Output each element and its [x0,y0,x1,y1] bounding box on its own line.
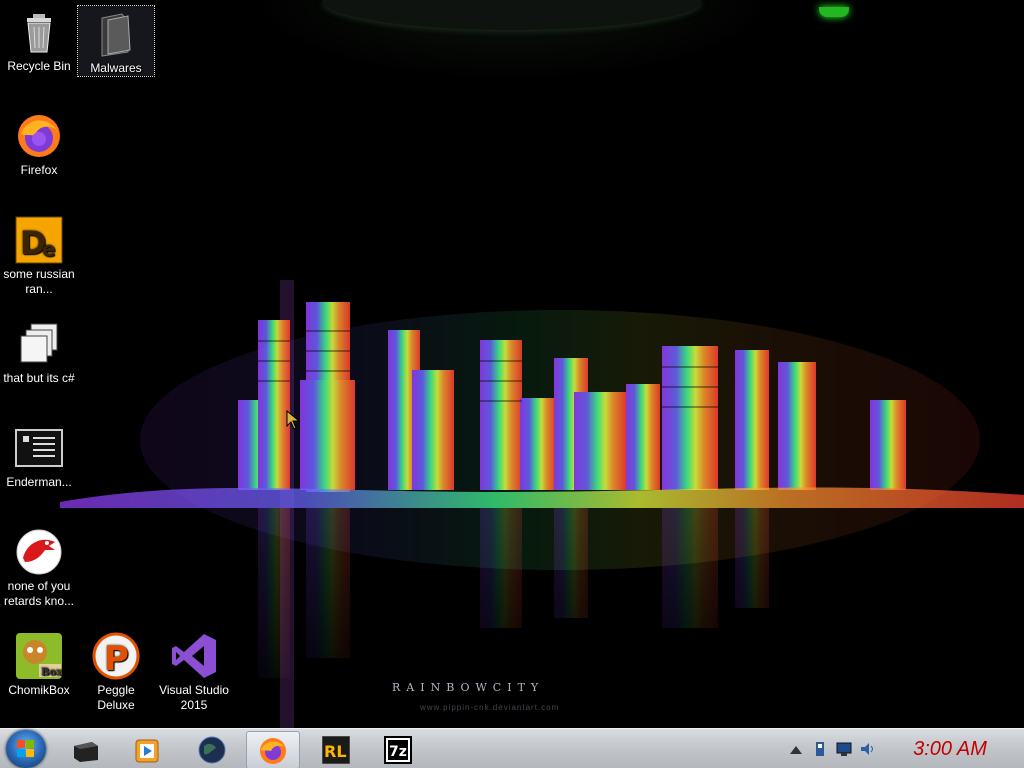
desktop-icon-recycle-bin[interactable]: Recycle Bin [1,4,77,74]
firefox-icon [260,738,286,764]
notch-light [819,7,849,17]
sevenzip-icon-text: 7z [389,744,407,760]
desktop-icon-label: Enderman... [6,475,72,489]
dino-icon [15,528,63,576]
peggle-icon: P [92,632,140,680]
network-icon[interactable] [836,742,852,756]
svg-text:P: P [104,639,129,679]
desktop-icon-label: Firefox [20,163,58,177]
desktop-icon-csharp-app[interactable]: that but its c# [1,316,77,386]
desktop-icon-visual-studio[interactable]: Visual Studio 2015 [156,628,232,713]
taskbar-button-globe[interactable] [186,731,238,767]
usb-icon[interactable] [812,742,828,756]
desktop-icon-russian-app[interactable]: De some russian ran... [1,212,77,297]
desktop-icon-label: Recycle Bin [7,59,71,73]
globe-icon [198,736,226,764]
desktop-icon-label: Malwares [90,61,142,75]
desktop-icon-label: some russian ran... [3,267,75,296]
wallpaper-credit: www.pippin-cnk.deviantart.com [420,703,560,712]
taskbar-button-media-player[interactable] [122,731,174,767]
explorer-icon [74,742,98,762]
desktop-icon-peggle[interactable]: P Peggle Deluxe [78,628,154,713]
sevenzip-icon: 7z [384,736,412,764]
wallpaper-title: RAINBOWCITY [392,681,545,694]
chomikbox-icon: Box [15,632,63,680]
mouse-cursor-icon [286,410,301,430]
system-tray [786,733,876,765]
arrow-up-icon[interactable] [788,742,804,756]
desktop[interactable]: RAINBOWCITY www.pippin-cnk.deviantart.co… [0,0,1024,728]
desktop-icon-firefox[interactable]: Firefox [1,108,77,178]
desktop-icon-enderman[interactable]: Enderman... [1,420,77,490]
taskbar-button-rl[interactable]: RL [310,731,362,767]
taskbar-button-firefox[interactable] [246,731,300,768]
desktop-icon-label: ChomikBox [8,683,70,697]
desktop-icon-label: that but its c# [3,371,75,385]
desktop-icon-label: none of you retards kno... [3,579,75,608]
volume-icon[interactable] [860,742,876,756]
desktop-icon-label: Peggle Deluxe [97,683,135,712]
de-app-icon: De [15,216,63,264]
rl-icon-text: RL [324,742,347,761]
start-button[interactable] [6,730,46,768]
folder-icon [92,10,140,58]
desktop-icon-label: Visual Studio 2015 [159,683,229,712]
svg-text:Box: Box [41,667,63,678]
windows-logo-icon [17,740,34,757]
taskbar-button-7zip[interactable]: 7z [372,731,424,767]
desktop-icon-chomikbox[interactable]: Box ChomikBox [1,628,77,698]
desktop-icon-malwares[interactable]: Malwares [77,5,155,77]
taskbar-button-file-explorer[interactable] [60,731,112,767]
firefox-icon [15,112,63,160]
taskbar: RL 7z 3:00 AM [0,728,1024,768]
desktop-icon-dino-app[interactable]: none of you retards kno... [1,524,77,609]
rl-icon: RL [322,736,350,764]
media-player-icon [135,739,159,763]
visual-studio-icon [170,632,218,680]
clock[interactable]: 3:00 AM [880,729,1020,768]
recycle-bin-icon [15,8,63,56]
svg-text:e: e [42,237,56,261]
windows-stack-icon [15,320,63,368]
console-icon [15,424,63,472]
top-notch-decoration [322,0,849,30]
